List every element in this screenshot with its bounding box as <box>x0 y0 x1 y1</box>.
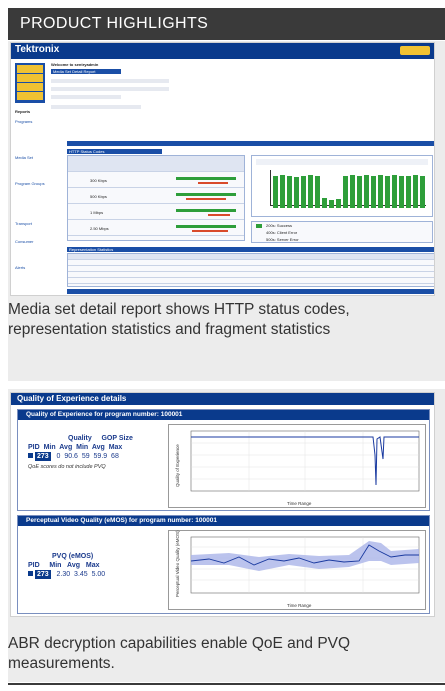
nav-status[interactable] <box>17 83 43 91</box>
media-set-report-screenshot: Tektronix Welcome to sentryadmin Media S… <box>10 42 435 296</box>
qoe-panel-header: Quality of Experience for program number… <box>18 410 429 420</box>
stats-col-pid: PID <box>28 562 40 569</box>
qoe-panel-title: Quality of Experience for program number… <box>26 411 183 418</box>
sidebar-transport[interactable]: Transport <box>15 221 32 226</box>
app-header-bar: Tektronix <box>11 43 434 59</box>
qoe-details-screenshot: Quality of Experience details Quality of… <box>10 392 435 617</box>
rate-value: 500 Kbps <box>90 194 107 199</box>
qoe-details-header: Quality of Experience details <box>11 393 434 405</box>
stats-col-min: Min <box>49 562 62 569</box>
rate-value: 1 Mbps <box>90 210 104 215</box>
pvq-panel-header: Perceptual Video Quality (eMOS) for prog… <box>18 516 429 526</box>
http-status-chart <box>251 155 433 217</box>
representation-stats-table <box>67 253 434 287</box>
table-row[interactable]: 300 Kbps <box>68 172 244 188</box>
stat-value: 5.00 <box>91 571 106 578</box>
http-status-panel-title: HTTP Status Codes <box>69 149 105 154</box>
representation-stats-header <box>67 247 434 252</box>
pid-value: 273 <box>35 452 51 461</box>
stats-col-avg: Avg <box>91 444 105 451</box>
report-filters[interactable] <box>51 77 171 117</box>
qoe-graph-plot <box>190 430 420 492</box>
sidebar-reports-heading: Reports <box>15 109 31 114</box>
chart-plot-area <box>270 170 426 208</box>
sidebar-program-groups[interactable]: Program Groups <box>15 181 45 186</box>
stats-col-max: Max <box>108 444 123 451</box>
rate-value: 300 Kbps <box>90 178 107 183</box>
stats-col-avg: Avg <box>59 444 73 451</box>
nav-configure[interactable] <box>17 65 43 73</box>
stat-value: 59.9 <box>93 453 108 460</box>
chart-bars <box>273 175 425 208</box>
table-row[interactable]: 2.50 Mbps <box>68 220 244 236</box>
media-set-bar <box>67 141 434 146</box>
stat-value: 2.30 <box>56 571 71 578</box>
stat-value: 68 <box>111 453 119 460</box>
highlight-caption-1: Media set detail report shows HTTP statu… <box>8 301 350 338</box>
stat-value: 3.45 <box>74 571 88 578</box>
highlight-caption-2: ABR decryption capabilities enable QoE a… <box>8 635 351 672</box>
sidebar-consumer[interactable]: Consumer <box>15 239 33 244</box>
status-500-label: 500s: Server Error <box>266 237 299 242</box>
qoe-note: QoE scores do not include PVQ <box>28 464 106 470</box>
nav-setup[interactable] <box>17 92 43 100</box>
table-row[interactable]: 500 Kbps <box>68 188 244 204</box>
pvq-graph-plot <box>190 536 420 594</box>
pid-value: 273 <box>35 570 51 579</box>
qoe-details-title: Quality of Experience details <box>17 394 127 403</box>
stat-value: 90.6 <box>64 453 78 460</box>
gop-group-label: GOP Size <box>101 435 133 442</box>
sentry-logo <box>400 46 430 55</box>
sidebar-alerts[interactable]: Alerts <box>15 265 25 270</box>
status-code-legend: 200s: Success 400s: Client Error 500s: S… <box>251 221 433 243</box>
table-row[interactable]: 1 Mbps <box>68 204 244 220</box>
table-header-row <box>68 156 244 172</box>
bottom-divider <box>8 683 445 685</box>
status-swatch-200 <box>256 224 262 228</box>
qoe-panel: Quality of Experience for program number… <box>17 409 430 511</box>
chart-legend <box>256 159 428 165</box>
pvq-group-label: PVQ (eMOS) <box>52 553 94 560</box>
sidebar-media-set[interactable]: Media Set <box>15 155 33 160</box>
quality-group-label: Quality <box>68 435 92 442</box>
section-header: PRODUCT HIGHLIGHTS <box>8 8 445 40</box>
stat-value: 0 <box>56 453 61 460</box>
sidebar-programs[interactable]: Programs <box>15 119 32 124</box>
qoe-stats-table: Quality GOP Size PID Min Avg Min Avg Max… <box>28 434 133 461</box>
status-200-label: 200s: Success <box>266 223 293 228</box>
pvq-stats-table: PVQ (eMOS) PID Min Avg Max 273 2.30 3.45… <box>28 552 105 579</box>
stats-row[interactable]: 273 2.30 3.45 5.00 <box>28 570 105 579</box>
stats-col-pid: PID <box>28 444 40 451</box>
stats-row[interactable]: 273 0 90.6 59 59.9 68 <box>28 452 133 461</box>
status-400-label: 400s: Client Error <box>266 230 298 235</box>
pvq-panel: Perceptual Video Quality (eMOS) for prog… <box>17 515 430 614</box>
pvq-panel-title: Perceptual Video Quality (eMOS) for prog… <box>26 517 217 524</box>
pvq-graph: Perceptual Video Quality (eMOS) Time Ran… <box>168 530 426 610</box>
stats-col-avg: Avg <box>67 562 81 569</box>
nav-reports[interactable] <box>17 74 43 82</box>
representation-stats-title: Representation Statistics <box>69 247 114 252</box>
stats-col-max: Max <box>85 562 100 569</box>
section-title: PRODUCT HIGHLIGHTS <box>20 15 209 32</box>
tektronix-logo: Tektronix <box>15 44 60 55</box>
stat-value: 59 <box>81 453 90 460</box>
welcome-text: Welcome to sentryadmin <box>51 62 99 67</box>
nav-panel <box>15 63 45 103</box>
stats-col-min: Min <box>43 444 56 451</box>
qoe-graph: Quality of Experience Time Range <box>168 424 426 508</box>
report-title: Media Set Detail Report <box>53 69 96 74</box>
stats-col-min: Min <box>76 444 89 451</box>
rate-value: 2.50 Mbps <box>90 226 109 231</box>
fragment-stats-header <box>67 289 434 294</box>
representation-rate-table: 300 Kbps 500 Kbps 1 Mbps 2.50 Mbps <box>67 155 245 241</box>
